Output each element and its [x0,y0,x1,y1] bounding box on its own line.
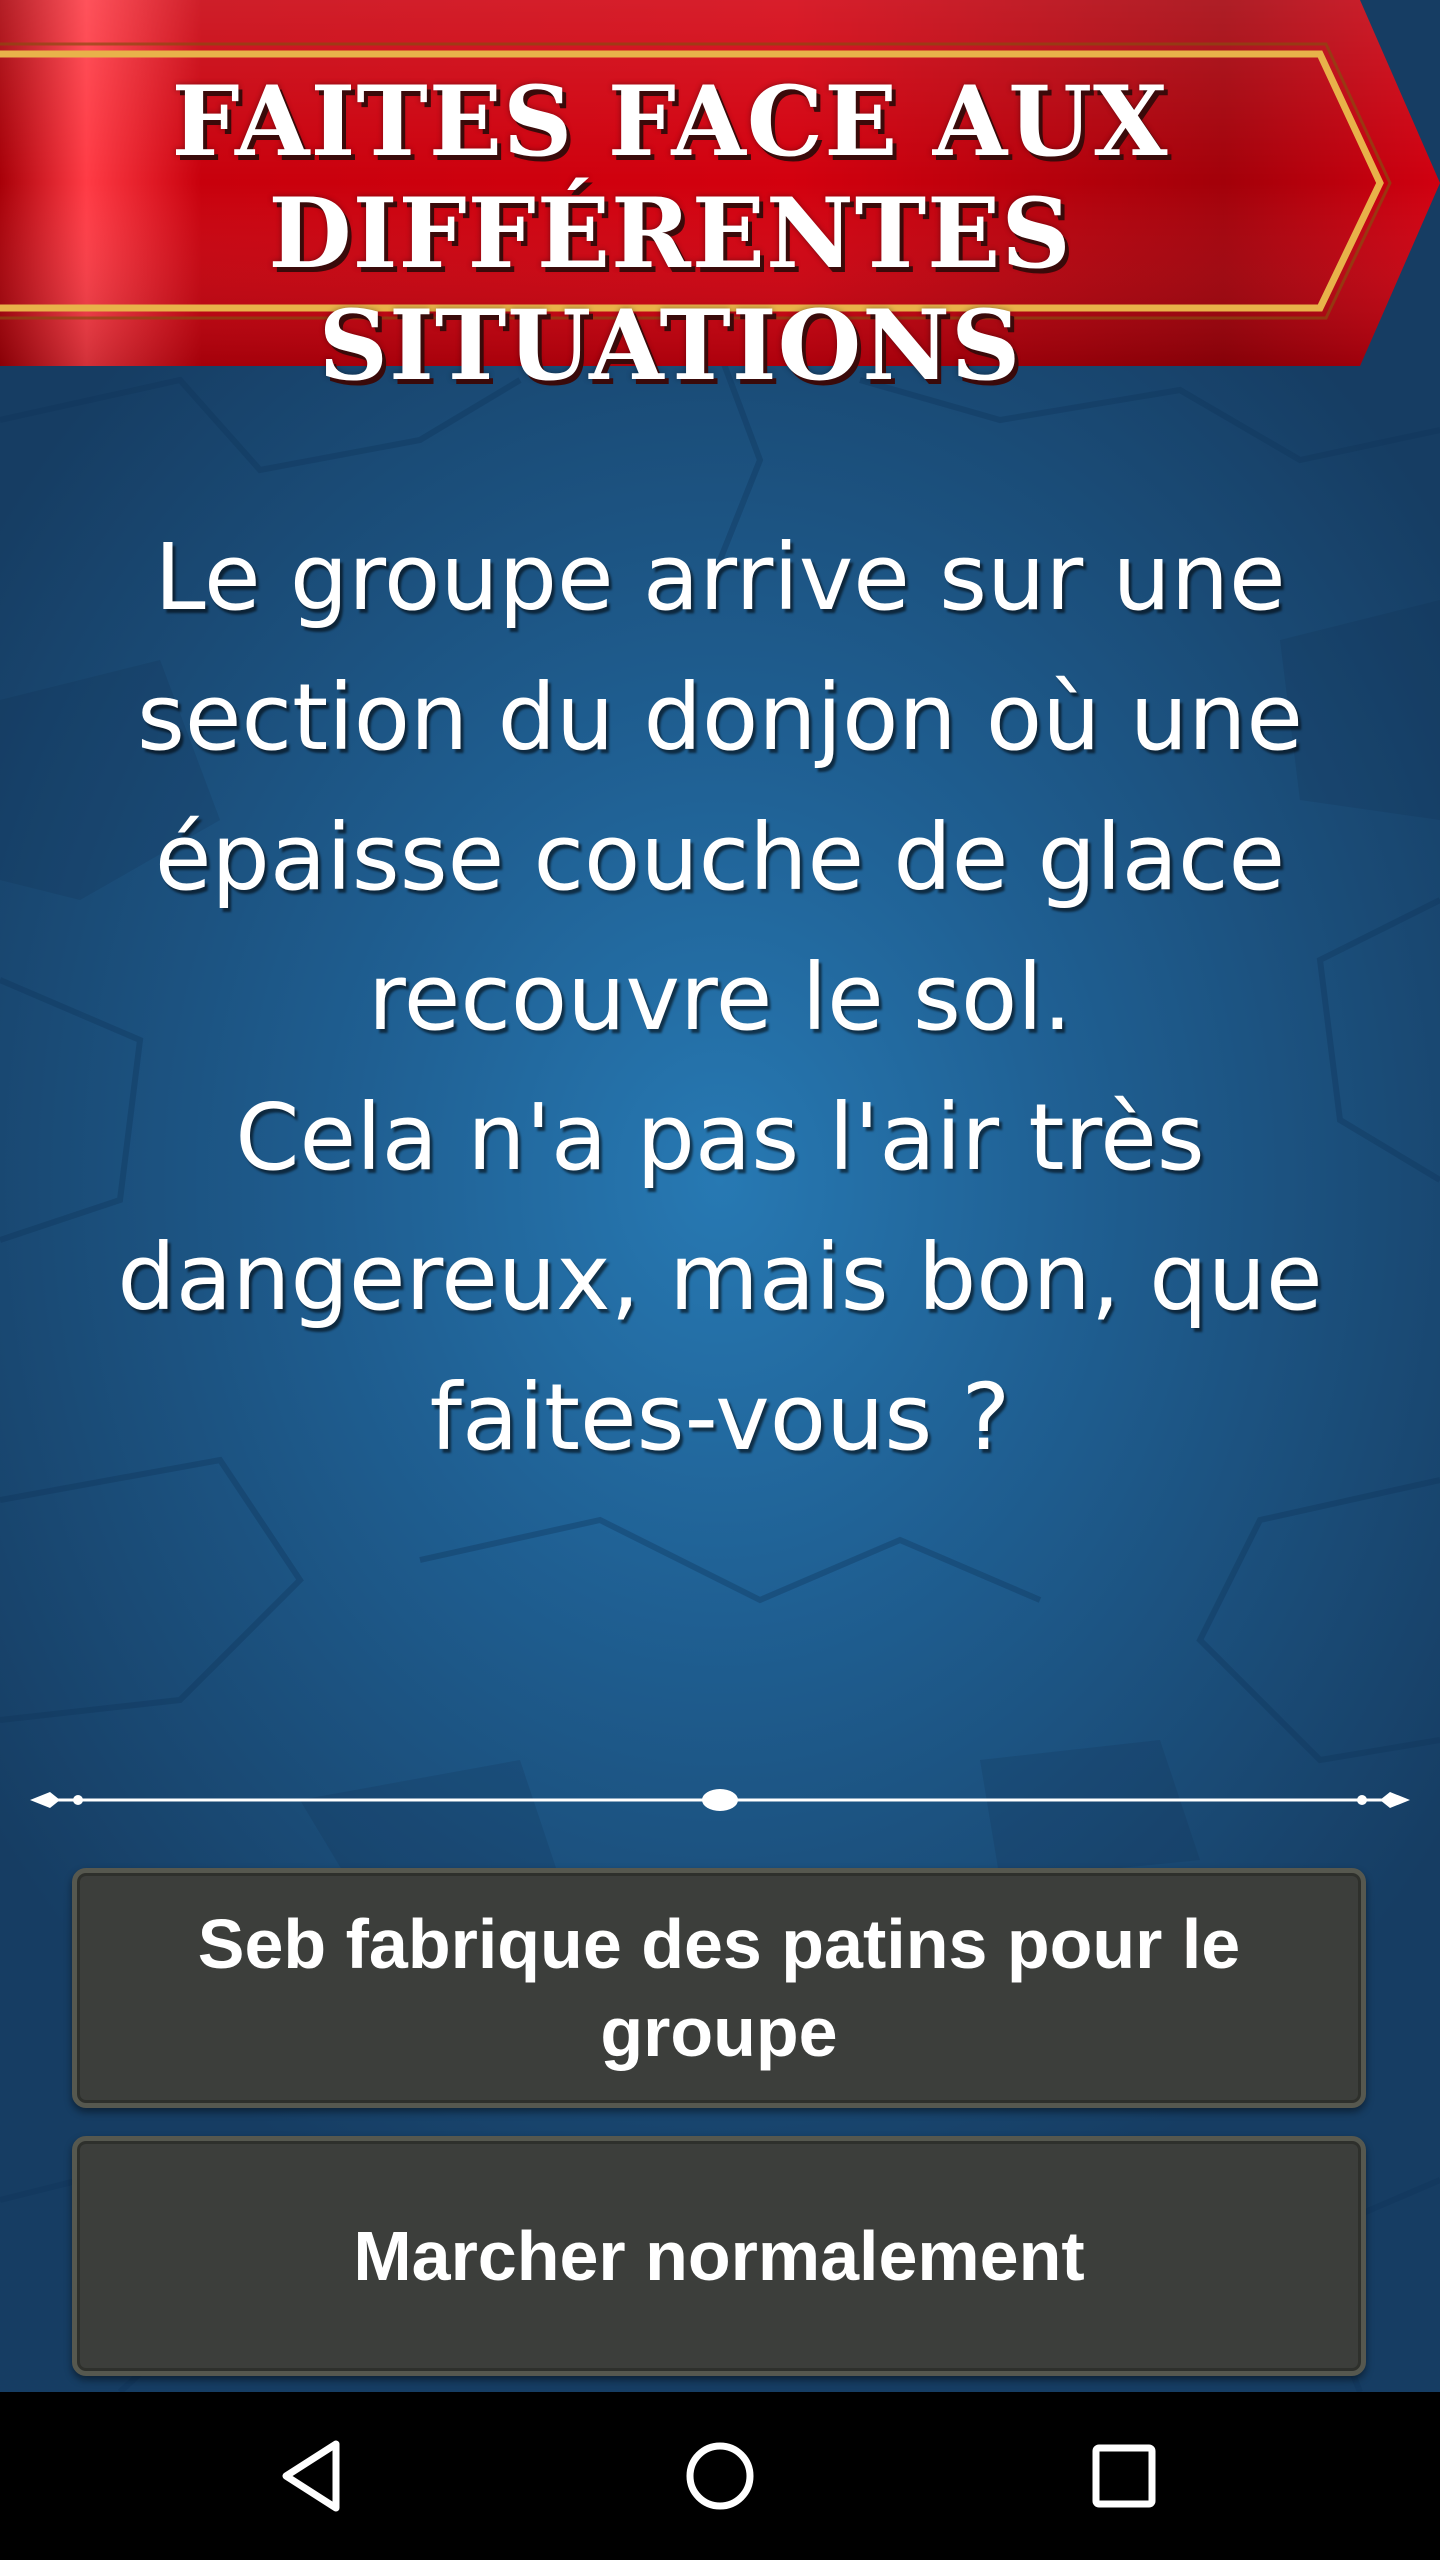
choice-label: Marcher normalement [353,2217,1085,2295]
android-navigation-bar [0,2392,1440,2560]
ornamental-divider [30,1789,1410,1811]
banner-title-line-1: FAITES FACE AUX [171,65,1169,178]
title-banner: FAITES FACE AUX DIFFÉRENTES SITUATIONS [0,0,1440,402]
home-circle-icon[interactable] [670,2426,770,2526]
choice-button-skates[interactable]: Seb fabrique des patins pour le groupe [72,1868,1366,2108]
story-line: Le groupe arrive sur une [154,524,1286,631]
story-line: dangereux, mais bon, que [117,1224,1323,1331]
banner-title-line-2: DIFFÉRENTES SITUATIONS [268,177,1072,402]
story-line: section du donjon où une [137,664,1303,771]
choice-label: Seb fabrique des patins pour le groupe [197,1905,1241,2071]
story-text: Le groupe arrive sur une section du donj… [90,508,1350,1488]
game-screen: FAITES FACE AUX DIFFÉRENTES SITUATIONS L… [0,0,1440,2392]
recent-apps-square-icon[interactable] [1074,2426,1174,2526]
choice-button-walk-normally[interactable]: Marcher normalement [72,2136,1366,2376]
story-line: faites-vous ? [429,1364,1011,1471]
story-line: épaisse couche de glace [154,804,1286,911]
story-line: Cela n'a pas l'air très [235,1084,1205,1191]
story-line: recouvre le sol. [367,944,1073,1051]
back-triangle-icon[interactable] [266,2426,366,2526]
banner-title: FAITES FACE AUX DIFFÉRENTES SITUATIONS [0,66,1340,402]
